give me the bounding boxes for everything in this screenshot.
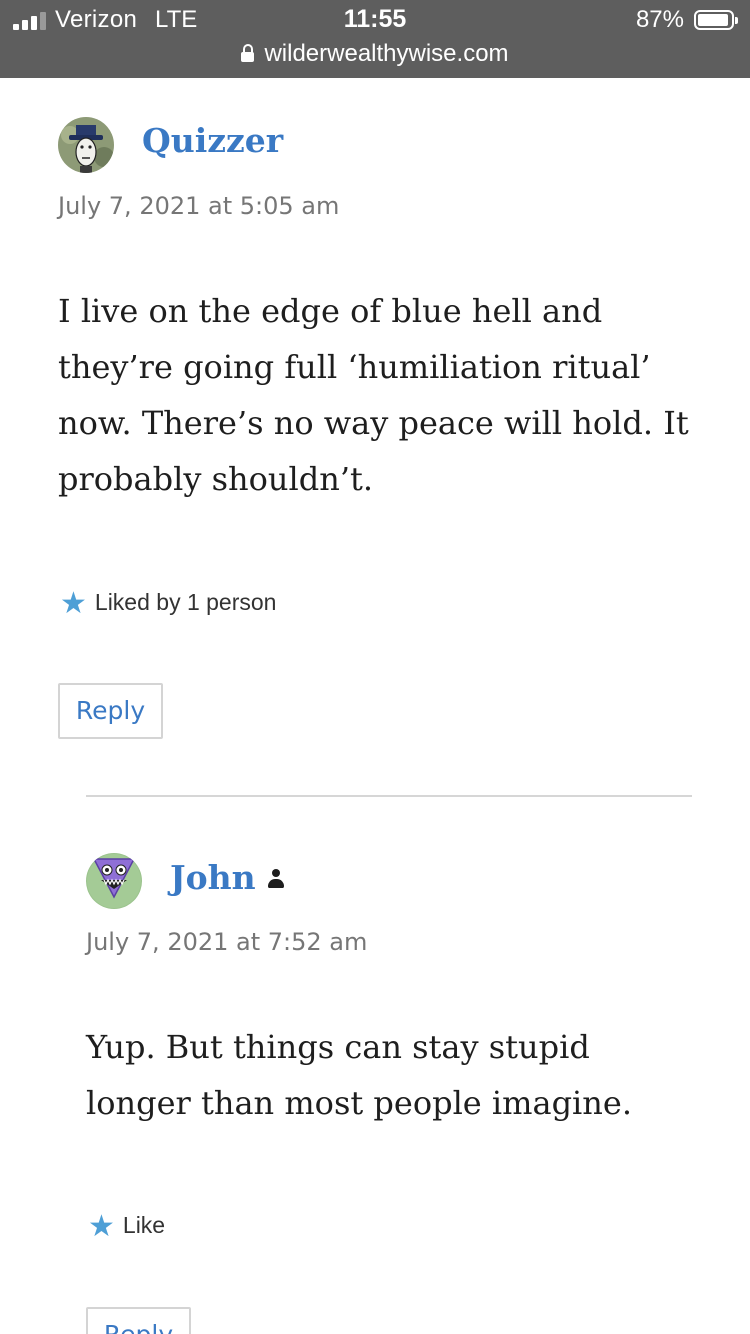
comment-date[interactable]: July 7, 2021 at 5:05 am <box>58 192 339 220</box>
likes-text: Liked by 1 person <box>94 589 277 615</box>
reply-button[interactable]: Reply <box>58 683 163 739</box>
star-icon: ★ <box>88 1210 115 1243</box>
avatar[interactable] <box>86 853 142 909</box>
star-icon: ★ <box>60 587 87 620</box>
comment-body: Yup. But things can stay stupid longer t… <box>86 1028 632 1122</box>
comment-body: I live on the edge of blue hell and they… <box>58 292 689 498</box>
avatar[interactable] <box>58 117 114 173</box>
comment-divider <box>86 795 692 797</box>
comment-author-link[interactable]: John <box>170 858 284 897</box>
comment-reply: John July 7, 2021 at 7:52 am Yup. But th… <box>0 800 750 1334</box>
likes-summary[interactable]: ★ Liked by 1 person <box>60 586 276 621</box>
reply-button[interactable]: Reply <box>86 1307 191 1334</box>
author-name[interactable]: John <box>170 858 256 897</box>
comment: Quizzer July 7, 2021 at 5:05 am I live o… <box>0 0 750 760</box>
author-badge-icon <box>267 869 284 889</box>
comment-date[interactable]: July 7, 2021 at 7:52 am <box>86 928 367 956</box>
like-button[interactable]: ★ Like <box>88 1209 165 1244</box>
comment-author-link[interactable]: Quizzer <box>142 121 283 160</box>
like-text: Like <box>122 1212 166 1238</box>
